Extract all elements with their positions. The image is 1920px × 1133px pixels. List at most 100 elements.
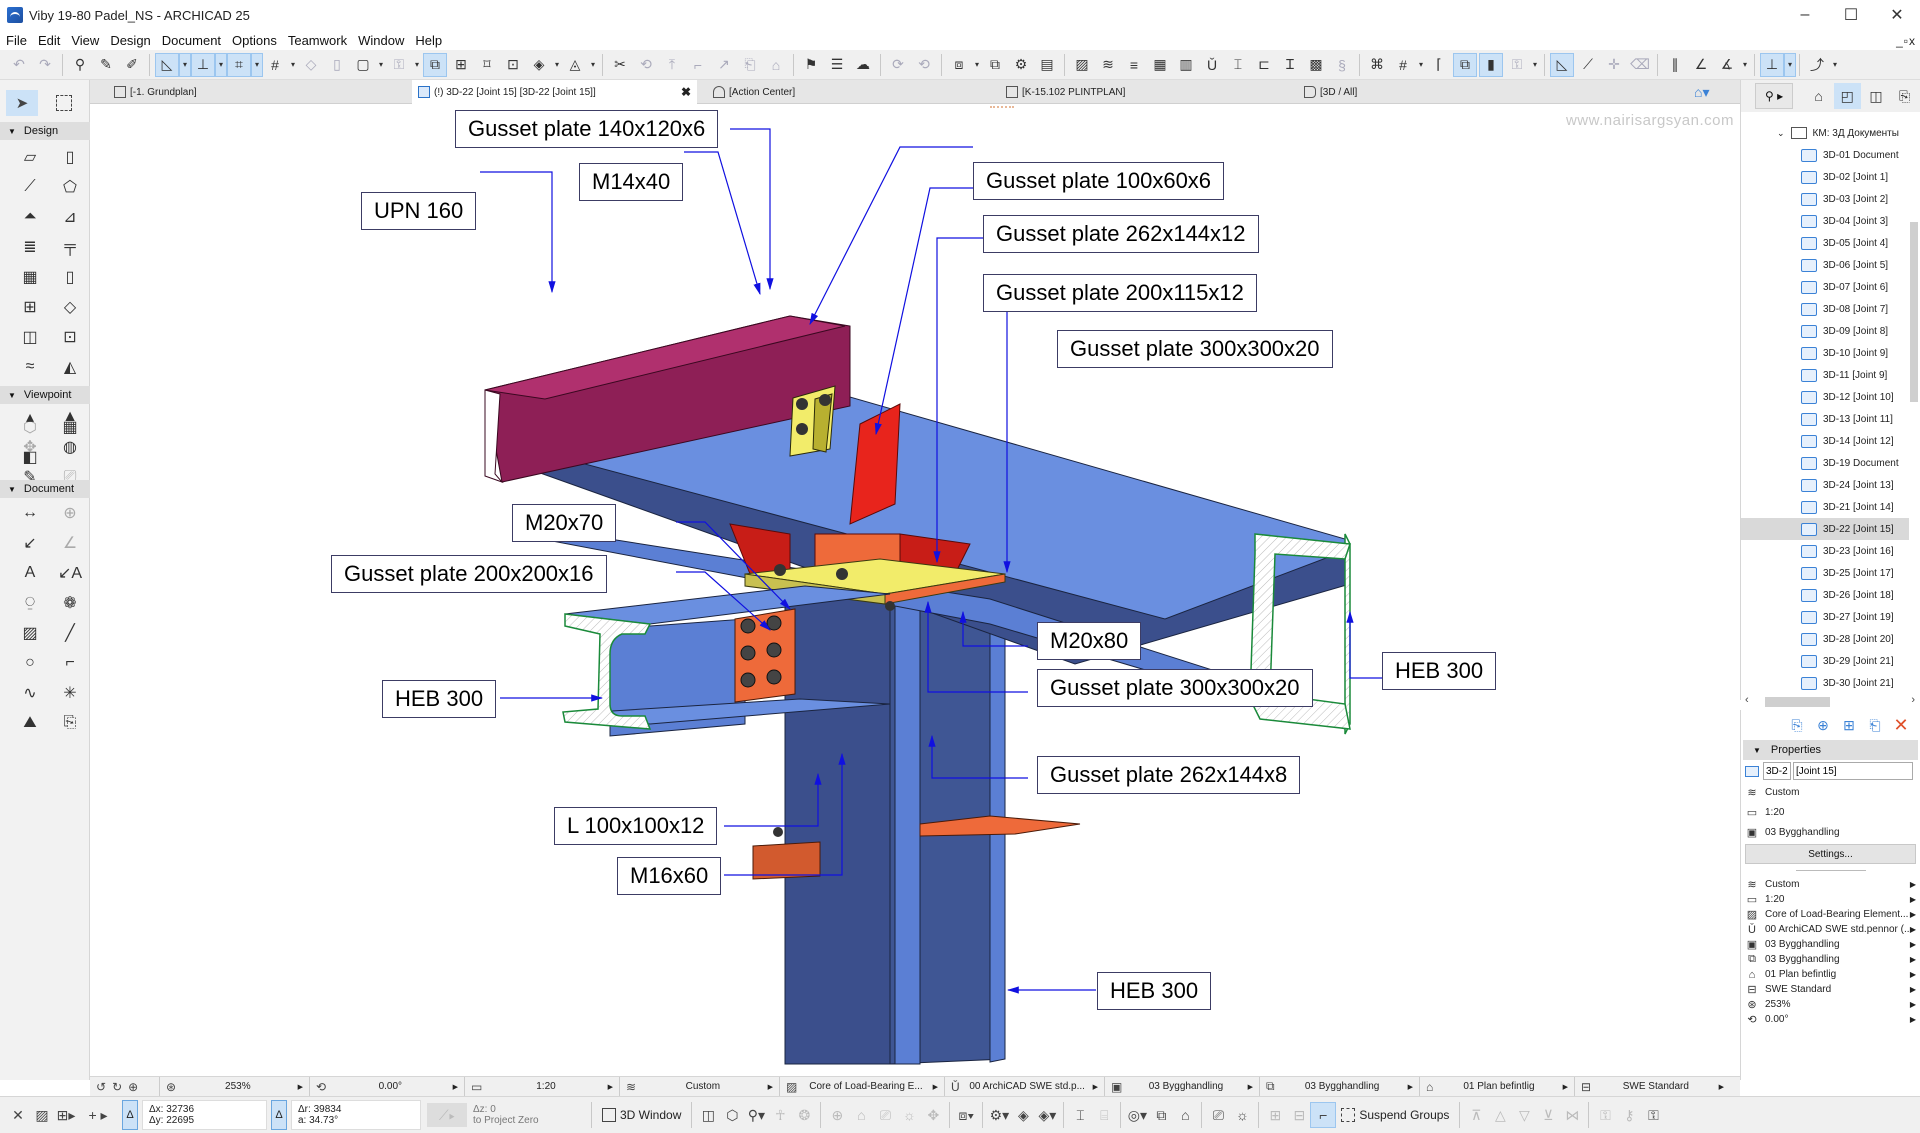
layer-settings-icon[interactable]: ⧈▾ [954, 1103, 978, 1127]
guide-lines-dropdown-icon[interactable]: ▾ [179, 52, 191, 77]
view-map-item[interactable]: 3D-14 [Joint 12] [1741, 430, 1909, 452]
3d-style-dropdown-icon[interactable]: ▾ [588, 54, 598, 76]
callout-m14x40[interactable]: M14x40 [579, 163, 684, 201]
publisher-sets-icon[interactable]: ⎘ [1891, 83, 1918, 109]
door-tool-icon[interactable]: ▯ [52, 262, 88, 292]
send-to-back-icon[interactable]: ⊻ [1536, 1103, 1560, 1127]
3d-window-button[interactable]: 3D Window [596, 1108, 687, 1122]
snap-grid-icon[interactable]: ⊞▸ [54, 1103, 78, 1127]
clone-folder-icon[interactable]: ⎗ [1862, 717, 1888, 734]
3d-cutaway-dropdown-icon[interactable]: ▾ [552, 54, 562, 76]
wall-tool-icon[interactable]: ▱ [8, 142, 52, 172]
structural-display-selector[interactable]: ▨ Core of Load-Bearing E... ▶ [780, 1076, 945, 1097]
properties-header[interactable]: ▼ Properties [1743, 740, 1918, 760]
pens-colors-icon[interactable]: ▤ [1036, 54, 1058, 76]
sun-icon[interactable]: ▯ [326, 54, 348, 76]
explore-icon[interactable]: ✥ [921, 1103, 945, 1127]
quick-option-row[interactable]: ▨ Core of Load-Bearing Element... ▶ [1741, 907, 1920, 922]
special-snap-dropdown-icon[interactable]: ▾ [1784, 52, 1796, 77]
roof-icon[interactable]: ⌂ [765, 54, 787, 76]
menu-view[interactable]: View [71, 33, 99, 48]
relative-coordinates-toggle[interactable]: Δ [122, 1100, 138, 1130]
quick-option-row[interactable]: ⟲ 0.00° ▶ [1741, 1012, 1920, 1027]
view-map-item[interactable]: 3D-08 [Joint 7] [1741, 298, 1909, 320]
view-map-item[interactable]: 3D-05 [Joint 4] [1741, 232, 1909, 254]
menu-document[interactable]: Document [162, 33, 221, 48]
snap-guides-dropdown-icon[interactable]: ▾ [215, 52, 227, 77]
callout-upn-160[interactable]: UPN 160 [361, 192, 477, 230]
camera-icon[interactable]: ⎚ [873, 1103, 897, 1127]
angle-dimension-tool-icon[interactable]: ∠ [52, 528, 88, 558]
graphic-override-selector[interactable]: ⧉ 03 Bygghandling ▶ [1260, 1076, 1420, 1097]
view-map-item[interactable]: 3D-11 [Joint 9] [1741, 364, 1909, 386]
3d-cutaway-icon[interactable]: ◈ [528, 54, 550, 76]
scroll-right-icon[interactable]: › [1911, 694, 1915, 706]
send-changes-icon[interactable]: ⟳ [887, 54, 909, 76]
layer-settings-dropdown-icon[interactable]: ▾ [972, 54, 982, 76]
close-button[interactable]: ✕ [1874, 0, 1920, 30]
shell-tool-icon[interactable]: ⊿ [52, 202, 88, 232]
menu-file[interactable]: File [6, 33, 27, 48]
line-tool-icon[interactable]: ╱ [52, 618, 88, 648]
camera-record-icon[interactable]: ⎚ [1206, 1103, 1230, 1127]
measure-icon[interactable]: ⟋ [1577, 54, 1599, 76]
quick-option-row[interactable]: ⊟ SWE Standard ▶ [1741, 982, 1920, 997]
pick-up-icon[interactable]: ✎ [95, 54, 117, 76]
mep-icon[interactable]: § [1331, 54, 1353, 76]
label-tool-icon[interactable]: ↙A [52, 558, 88, 588]
fit-in-window-icon[interactable]: ⊕ [825, 1103, 849, 1127]
toolbox-section-document[interactable]: ▼ Document [0, 480, 90, 498]
walk-icon[interactable]: ☥ [768, 1103, 792, 1127]
worksheet-tool-icon[interactable]: ◍ [52, 432, 88, 462]
view-map-item[interactable]: 3D-12 [Joint 10] [1741, 386, 1909, 408]
lock-icon[interactable]: ⚿ [1593, 1103, 1617, 1127]
grid-snap-dropdown-icon[interactable]: ▾ [288, 54, 298, 76]
rotation-selector[interactable]: ⟲ 0.00° ▶ [310, 1076, 465, 1097]
hotspot-tool-icon[interactable]: ✳ [52, 678, 88, 708]
send-backward-icon[interactable]: ▽ [1512, 1103, 1536, 1127]
relative-construction-dropdown-icon[interactable]: ▾ [251, 52, 263, 77]
callout-gusset-300x300x20-top[interactable]: Gusset plate 300x300x20 [1057, 330, 1333, 368]
lock-element-icon[interactable]: ⚿ [1506, 54, 1528, 76]
z-coordinate[interactable]: Δz: 0 to Project Zero [467, 1100, 587, 1130]
slab-tool-icon[interactable]: ⬠ [52, 172, 88, 202]
parallel-icon[interactable]: ∥ [1664, 54, 1686, 76]
paint-bucket-icon[interactable]: ⌸ [1092, 1103, 1116, 1127]
polyline-tool-icon[interactable]: ⌐ [52, 648, 88, 678]
callout-heb-300-left[interactable]: HEB 300 [382, 680, 497, 718]
skylight-tool-icon[interactable]: ◇ [52, 292, 88, 322]
section-tool-icon[interactable]: ▴ [8, 402, 52, 432]
railing-tool-icon[interactable]: ╤ [52, 232, 88, 262]
callout-heb-300-column[interactable]: HEB 300 [1097, 972, 1212, 1010]
view-map-item[interactable]: 3D-07 [Joint 6] [1741, 276, 1909, 298]
intersect-icon[interactable]: ⌐ [687, 54, 709, 76]
marquee-group-icon[interactable]: ⊡ [502, 54, 524, 76]
callout-gusset-200x115x12[interactable]: Gusset plate 200x115x12 [983, 274, 1257, 312]
beam-tool-icon[interactable]: ⟋ [8, 172, 52, 202]
undo-icon[interactable]: ↶ [8, 54, 30, 76]
perspective-icon[interactable]: ⬡ [720, 1103, 744, 1127]
marquee-tool-icon[interactable] [56, 95, 72, 111]
dimension-standard-selector[interactable]: ⊟ SWE Standard ▶ [1575, 1077, 1730, 1097]
menu-window[interactable]: Window [358, 33, 404, 48]
xy-coordinates[interactable]: Δx: 32736 Δy: 22695 [142, 1100, 267, 1130]
delete-icon[interactable]: ✕ [1888, 715, 1914, 736]
callout-gusset-262x144x12[interactable]: Gusset plate 262x144x12 [983, 215, 1259, 253]
new-folder-icon[interactable]: ⊞ [1836, 717, 1862, 734]
surface-painter-icon[interactable]: ⌶ [1068, 1103, 1092, 1127]
stair-tool-icon[interactable]: ≣ [8, 232, 52, 262]
view-map-item[interactable]: 3D-24 [Joint 13] [1741, 474, 1909, 496]
quick-option-row[interactable]: ≋ Custom ▶ [1741, 877, 1920, 892]
surfaces-icon[interactable]: ≋ [1097, 54, 1119, 76]
guide-lines-icon[interactable]: ◺ [155, 52, 179, 77]
renovation-filter-selector[interactable]: ⌂ 01 Plan befintlig ▶ [1420, 1076, 1575, 1097]
view-map-item[interactable]: 3D-01 Document [1741, 144, 1909, 166]
tab-3d-22-joint-15[interactable]: (!) 3D-22 [Joint 15] [3D-22 [Joint 15]] … [412, 80, 697, 104]
3d-cutting-planes-icon[interactable]: ⚙▾ [987, 1103, 1011, 1127]
home-view-icon[interactable]: ⌂ [849, 1103, 873, 1127]
document-window-controls[interactable]: _▫x [1896, 34, 1916, 48]
snap-point-icon[interactable]: ✛ [1603, 54, 1625, 76]
hatch-icon[interactable]: ▨ [30, 1103, 54, 1127]
callout-m20x80[interactable]: M20x80 [1037, 622, 1142, 660]
parallel-projection-icon[interactable]: ◫ [696, 1103, 720, 1127]
